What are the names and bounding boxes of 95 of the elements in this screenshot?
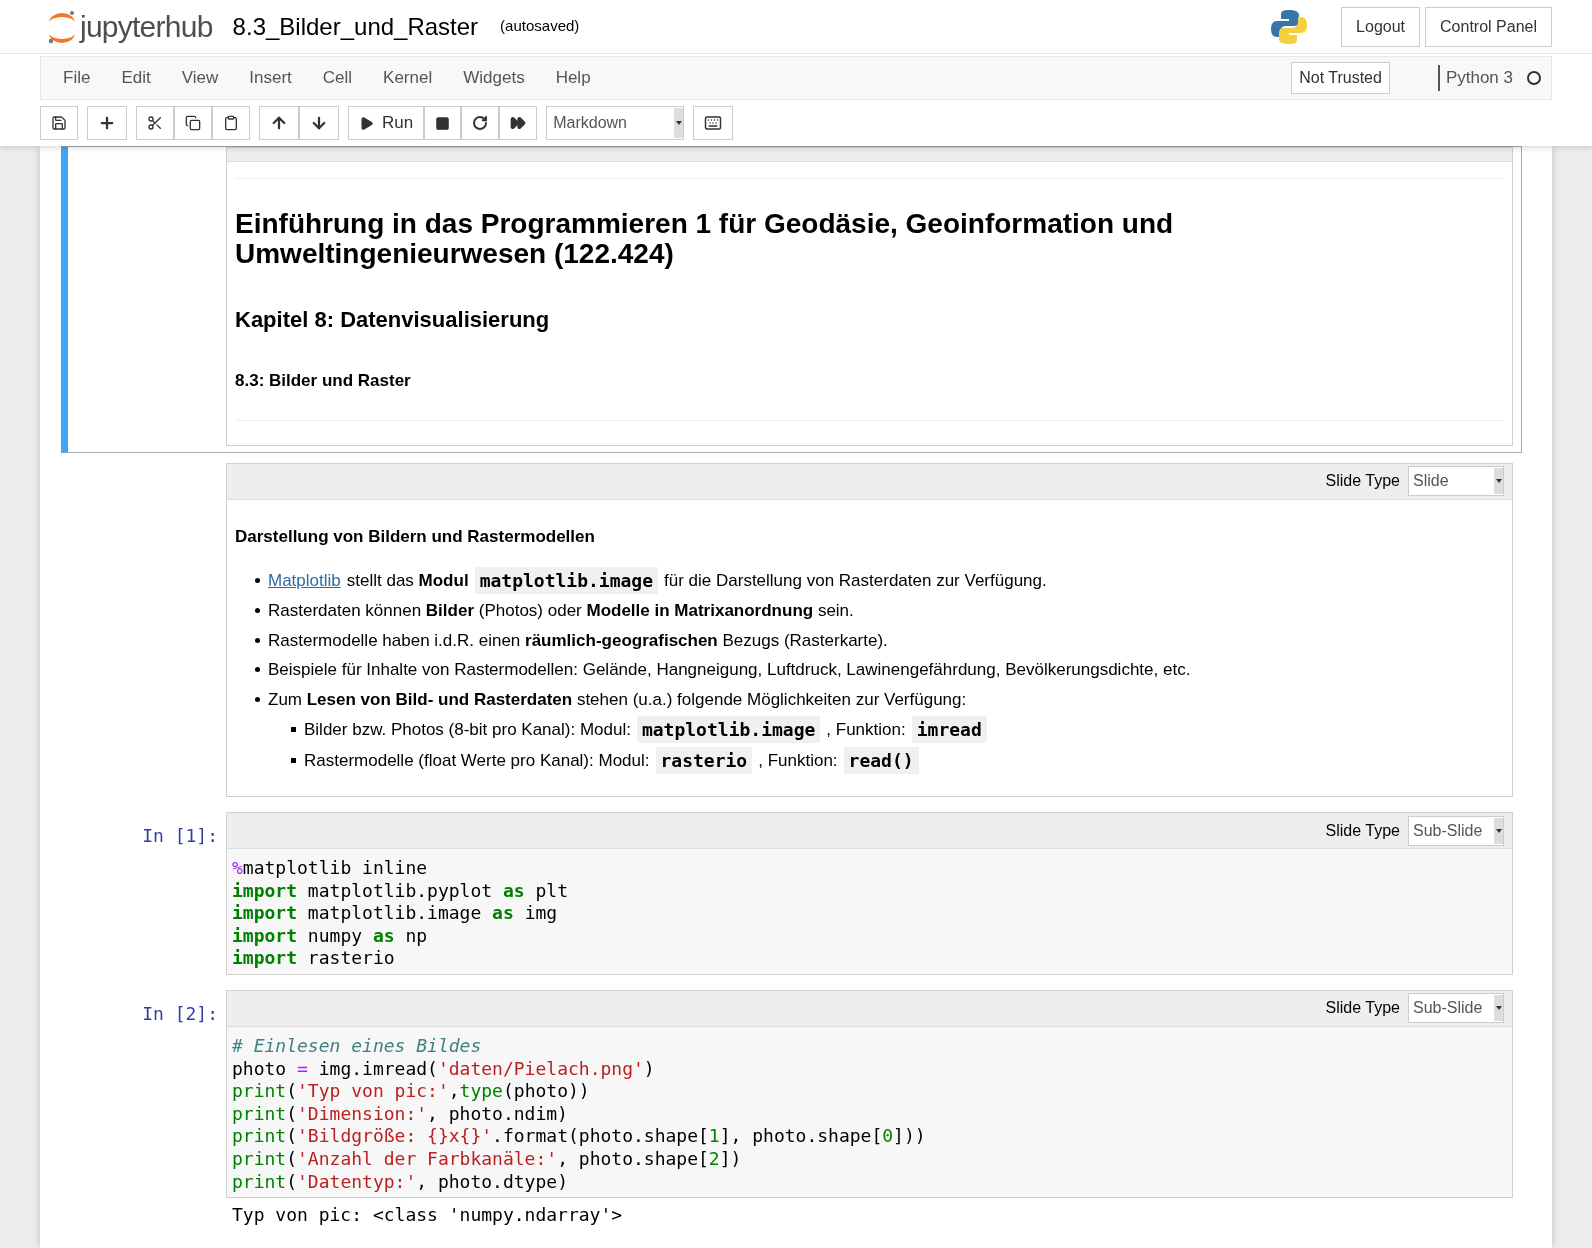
input-prompt: In [1]: <box>142 824 218 848</box>
markdown-heading: Darstellung von Bildern und Rastermodellen <box>235 525 596 548</box>
chapter-heading: Kapitel 8: Datenvisualisierung <box>235 306 551 334</box>
save-button[interactable] <box>40 106 78 140</box>
cell-type-select[interactable]: Markdown <box>546 106 685 140</box>
cut-button[interactable] <box>136 106 174 140</box>
inline-code: imread <box>911 716 987 743</box>
jupyterhub-logo[interactable]: jupyterhub <box>46 4 213 49</box>
menu-item[interactable]: Insert <box>235 65 306 91</box>
matplotlib-link[interactable]: Matplotlib <box>268 567 341 594</box>
bullet-icon <box>291 758 296 763</box>
bullet-text: , Funktion: <box>826 718 906 741</box>
insert-cell-button[interactable] <box>87 106 127 140</box>
menu-item[interactable]: View <box>167 65 233 91</box>
menu-item[interactable]: Cell <box>308 65 367 91</box>
slide-type-select[interactable]: Slide <box>1408 466 1504 496</box>
notebook-cell[interactable]: In [1]: Slide Type Sub-Slide %matplotlib inline import matplotlib.pyplot as plt import matplotlib.image as img import numpy as np import rasterio <box>61 808 1522 980</box>
arrow-down-icon <box>310 114 328 132</box>
restart-icon <box>472 115 489 131</box>
bullet-text: Rasterdaten können Bilder (Photos) oder Modelle in Matrixanordnung sein. <box>268 600 854 622</box>
bullet-icon <box>255 637 260 643</box>
plus-icon <box>98 114 116 132</box>
section-heading: 8.3: Bilder und Raster <box>235 370 412 392</box>
slide-type-label: Slide Type <box>1325 820 1400 841</box>
keyboard-icon <box>704 114 723 132</box>
slide-type-select[interactable]: Sub-Slide <box>1408 815 1504 846</box>
stop-icon <box>435 115 451 131</box>
menu-item[interactable]: File <box>49 65 105 91</box>
caret-icon <box>1495 479 1502 483</box>
code-line: import rasterio <box>232 947 395 970</box>
bullet-text: für die Darstellung von Rasterdaten zur Verfügung. <box>664 569 1047 592</box>
selected-cell[interactable]: Einführung in das Programmieren 1 für Geodäsie, Geoinformation und Umweltingenieurwesen (122.424) Kapitel 8: Datenvisualisierung 8.3: Bilder und Raster <box>61 146 1522 453</box>
paste-button[interactable] <box>212 106 250 140</box>
bullet-text: Bilder bzw. Photos (8-bit pro Kanal): Modul: <box>304 718 631 741</box>
bullet-text: Rastermodelle (float Werte pro Kanal): Modul: <box>304 749 650 772</box>
inline-code: read() <box>843 747 919 774</box>
menu-item[interactable]: Edit <box>107 65 165 91</box>
bullet-icon <box>255 608 260 614</box>
code-line: %matplotlib inline <box>232 857 428 880</box>
notebook-title[interactable]: 8.3_Bilder_und_Raster <box>232 8 479 45</box>
inline-code: rasterio <box>655 747 753 774</box>
keyboard-button[interactable] <box>693 106 734 140</box>
bullet-text: Beispiele für Inhalte von Rastermodellen: Gelände, Hangneigung, Luftdruck, Lawinengefährdung, Bevölkerungsdichte, etc. <box>268 659 1191 681</box>
bullet-text: Rastermodelle haben i.d.R. einen räumlich-geografischen Bezugs (Rasterkarte). <box>268 629 888 652</box>
inline-code: matplotlib.image <box>474 567 658 594</box>
code-line: import matplotlib.pyplot as plt <box>232 879 568 903</box>
copy-button[interactable] <box>174 106 212 140</box>
menu-item[interactable]: Help <box>541 65 605 91</box>
fast-forward-icon <box>510 115 527 131</box>
menu-item[interactable]: Kernel <box>369 65 447 91</box>
notebook-heading: Einführung in das Programmieren 1 für Geodäsie, Geoinformation und Umweltingenieurwesen (122.424) <box>235 209 1175 269</box>
header-button[interactable]: Control Panel <box>1425 6 1552 47</box>
jupyter-ring-icon <box>46 8 78 45</box>
move-up-button[interactable] <box>259 106 299 140</box>
bullet-text: , Funktion: <box>758 749 838 772</box>
slide-type-label: Slide Type <box>1325 998 1400 1019</box>
run-all-button[interactable] <box>499 106 538 140</box>
save-icon <box>51 115 67 131</box>
restart-button[interactable] <box>461 106 500 140</box>
bullet-text: Zum Lesen von Bild- und Rasterdaten stehen (u.a.) folgende Möglichkeiten zur Verfügung: <box>268 688 967 711</box>
bullet-icon <box>255 696 260 702</box>
code-line: # Einlesen eines Bildes <box>232 1034 482 1058</box>
slide-type-label: Slide Type <box>1325 471 1400 491</box>
move-down-button[interactable] <box>299 106 339 140</box>
caret-icon <box>1495 1006 1502 1011</box>
code-line: print('Anzahl der Farbkanäle:', photo.shape[2]) <box>232 1147 742 1171</box>
clipboard-icon <box>223 115 239 131</box>
slide-type-select[interactable]: Sub-Slide <box>1408 993 1504 1024</box>
play-icon <box>359 115 374 131</box>
scissors-icon <box>147 115 163 131</box>
menu-item[interactable]: Widgets <box>449 65 539 91</box>
stop-button[interactable] <box>424 106 462 140</box>
header-button[interactable]: Logout <box>1341 6 1421 47</box>
code-line: import matplotlib.image as img <box>232 902 558 925</box>
code-line: import numpy as np <box>232 924 428 948</box>
code-line: print('Bildgröße: {}x{}'.format(photo.shape[1], photo.shape[0])) <box>232 1125 926 1148</box>
copy-icon <box>185 115 201 131</box>
inline-code: matplotlib.image <box>636 716 821 743</box>
python-logo-icon <box>1270 7 1309 46</box>
code-line: print('Datentyp:', photo.dtype) <box>232 1170 568 1194</box>
caret-icon <box>1495 828 1502 833</box>
save-status: (autosaved) <box>500 16 580 37</box>
bullet-icon <box>255 667 260 673</box>
input-prompt: In [2]: <box>142 1001 218 1026</box>
bullet-icon <box>291 727 296 732</box>
output-text: Typ von pic: <class 'numpy.ndarray'> <box>231 1203 624 1227</box>
kernel-name: Python 3 <box>1445 67 1513 90</box>
trust-indicator[interactable]: Not Trusted <box>1291 62 1390 94</box>
code-line: print('Typ von pic:',type(photo)) <box>232 1080 590 1103</box>
code-line: photo = img.imread('daten/Pielach.png') <box>232 1057 655 1081</box>
code-line: print('Dimension:', photo.ndim) <box>232 1102 568 1126</box>
bullet-icon <box>255 578 260 583</box>
caret-icon <box>675 121 682 125</box>
run-button[interactable]: Run <box>348 106 425 140</box>
bullet-text: stellt das Modul <box>346 569 469 592</box>
